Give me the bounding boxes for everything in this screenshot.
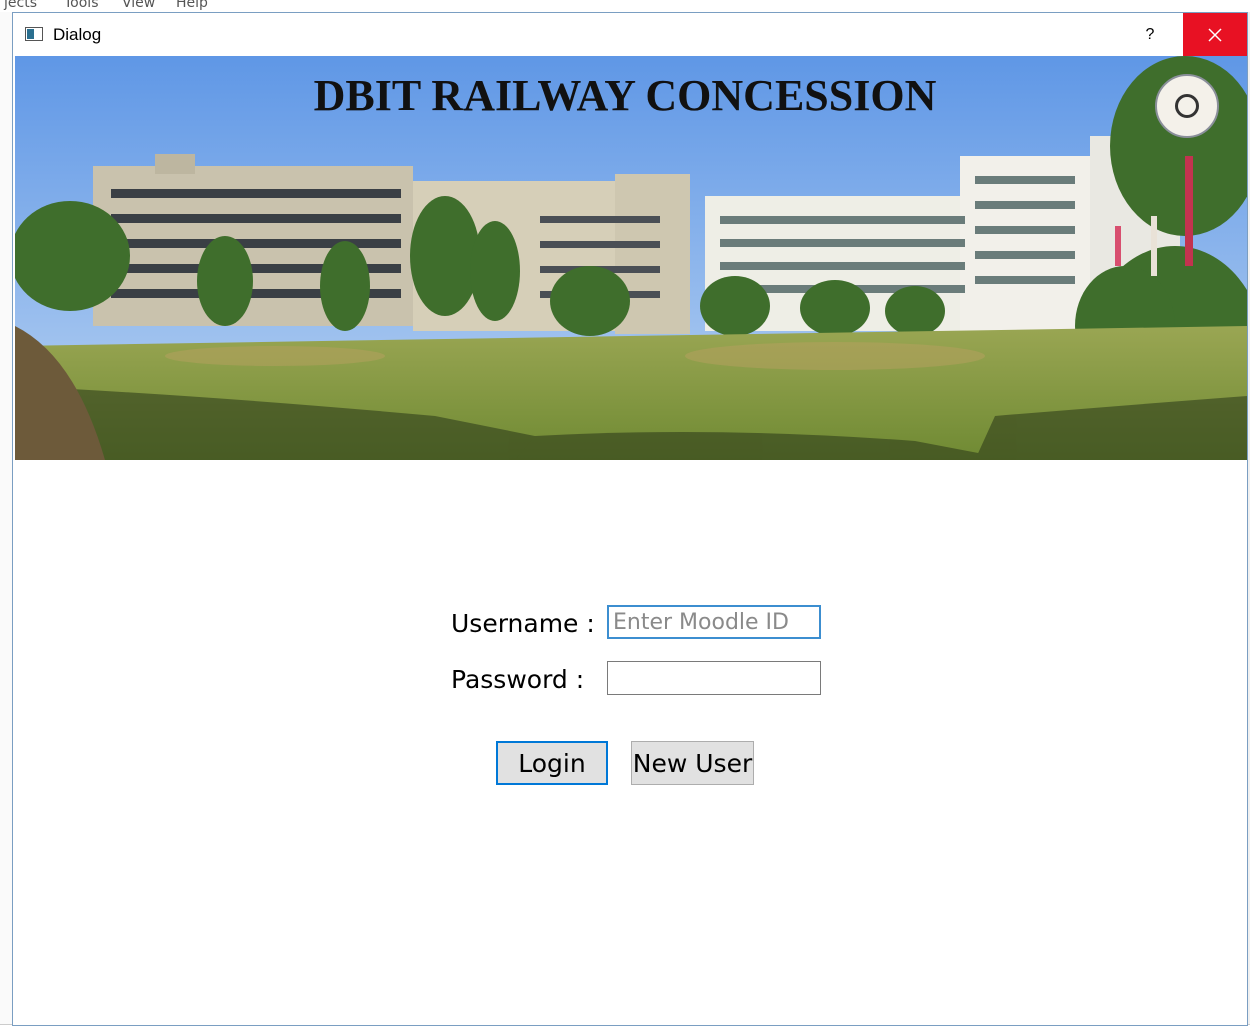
new-user-button[interactable]: New User: [631, 741, 754, 785]
username-input[interactable]: [607, 605, 821, 639]
close-icon: [1208, 27, 1222, 42]
window-title: Dialog: [53, 25, 102, 44]
background-menu-item: Tools: [64, 0, 99, 11]
window-app-icon: [25, 27, 43, 41]
campus-banner: DBIT RAILWAY CONCESSION: [15, 56, 1247, 460]
username-label: Username :: [451, 609, 595, 638]
help-button[interactable]: ?: [1127, 13, 1173, 56]
background-editor-strip: [0, 12, 12, 1030]
background-menu-item: Help: [176, 0, 208, 11]
password-input[interactable]: [607, 661, 821, 695]
page-title: DBIT RAILWAY CONCESSION: [313, 71, 937, 120]
background-menu-item: View: [122, 0, 156, 11]
background-menu-item: jects: [4, 0, 37, 11]
background-menubar: jects Tools View Help: [0, 0, 1250, 12]
close-button[interactable]: [1183, 13, 1247, 56]
login-dialog: Dialog ? DBIT RAILWAY CONCESSION Usernam…: [12, 12, 1248, 1026]
title-bar[interactable]: Dialog ?: [13, 13, 1247, 56]
login-button[interactable]: Login: [496, 741, 608, 785]
password-label: Password :: [451, 665, 585, 694]
